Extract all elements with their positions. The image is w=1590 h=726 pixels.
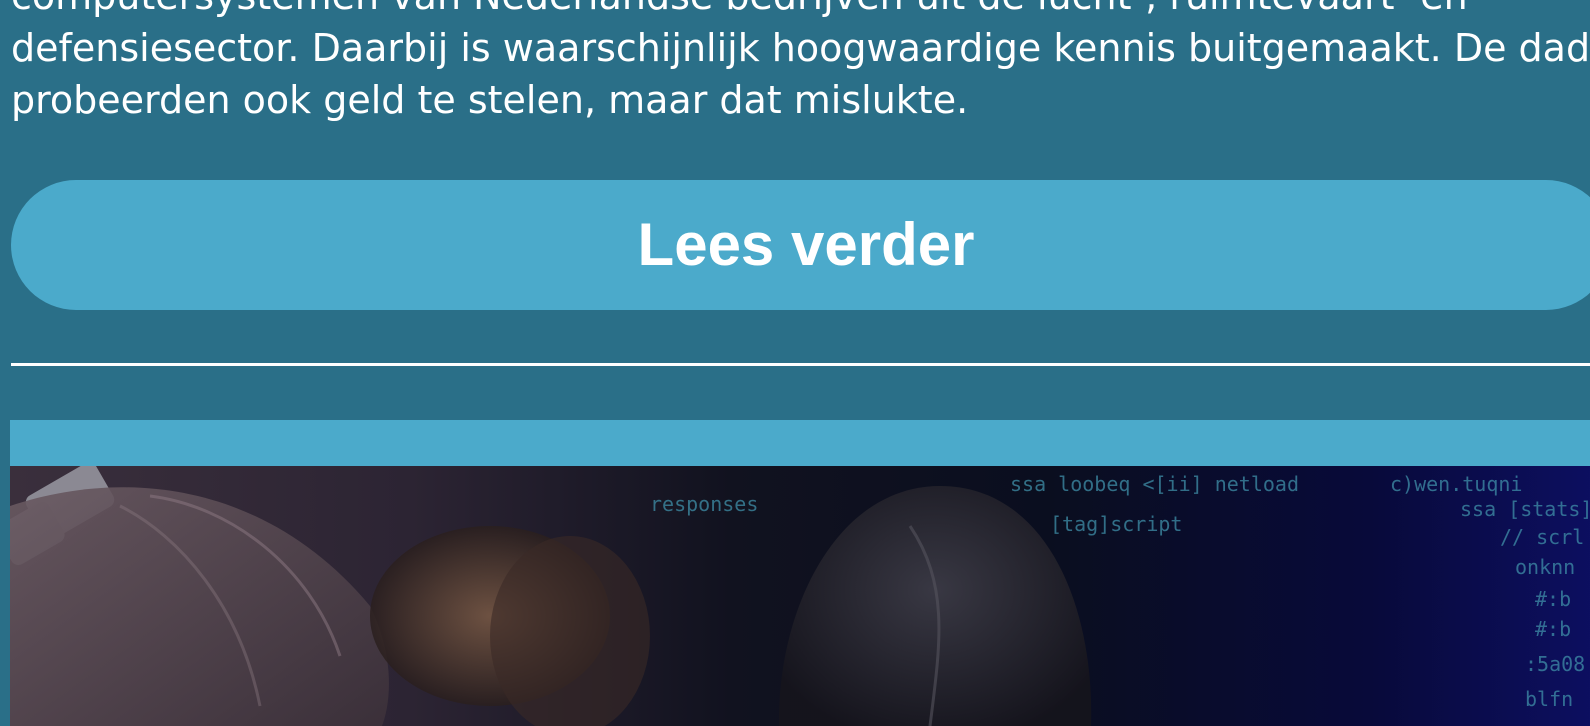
read-more-button[interactable]: Lees verder <box>11 180 1590 310</box>
code-text: #:b <box>1535 617 1571 641</box>
cyber-crime-illustration: responses ssa loobeq <[ii] netload [tag]… <box>10 466 1590 726</box>
article-card[interactable]: responses ssa loobeq <[ii] netload [tag]… <box>10 420 1590 726</box>
code-text: ssa loobeq <[ii] netload <box>1010 472 1299 496</box>
article-line: probeerden ook geld te stelen, maar dat … <box>11 78 969 122</box>
code-text: [tag]script <box>1050 512 1182 536</box>
code-text: responses <box>650 492 758 516</box>
code-text: blfn <box>1525 687 1573 711</box>
code-text: ssa [stats] <box>1460 497 1590 521</box>
article-text: computersystemen van Nederlandse bedrijv… <box>11 0 1590 126</box>
code-text: c)wen.tuqni <box>1390 472 1522 496</box>
article-line: computersystemen van Nederlandse bedrijv… <box>11 0 1590 22</box>
code-text: // scrl <box>1500 525 1584 549</box>
code-text: #:b <box>1535 587 1571 611</box>
article-thumbnail[interactable]: responses ssa loobeq <[ii] netload [tag]… <box>10 466 1590 726</box>
section-divider <box>11 363 1590 366</box>
article-line: defensiesector. Daarbij is waarschijnlij… <box>11 26 1590 70</box>
code-text: :5a08 <box>1525 652 1585 676</box>
read-more-label: Lees verder <box>637 211 975 278</box>
code-text: onknn <box>1515 555 1575 579</box>
